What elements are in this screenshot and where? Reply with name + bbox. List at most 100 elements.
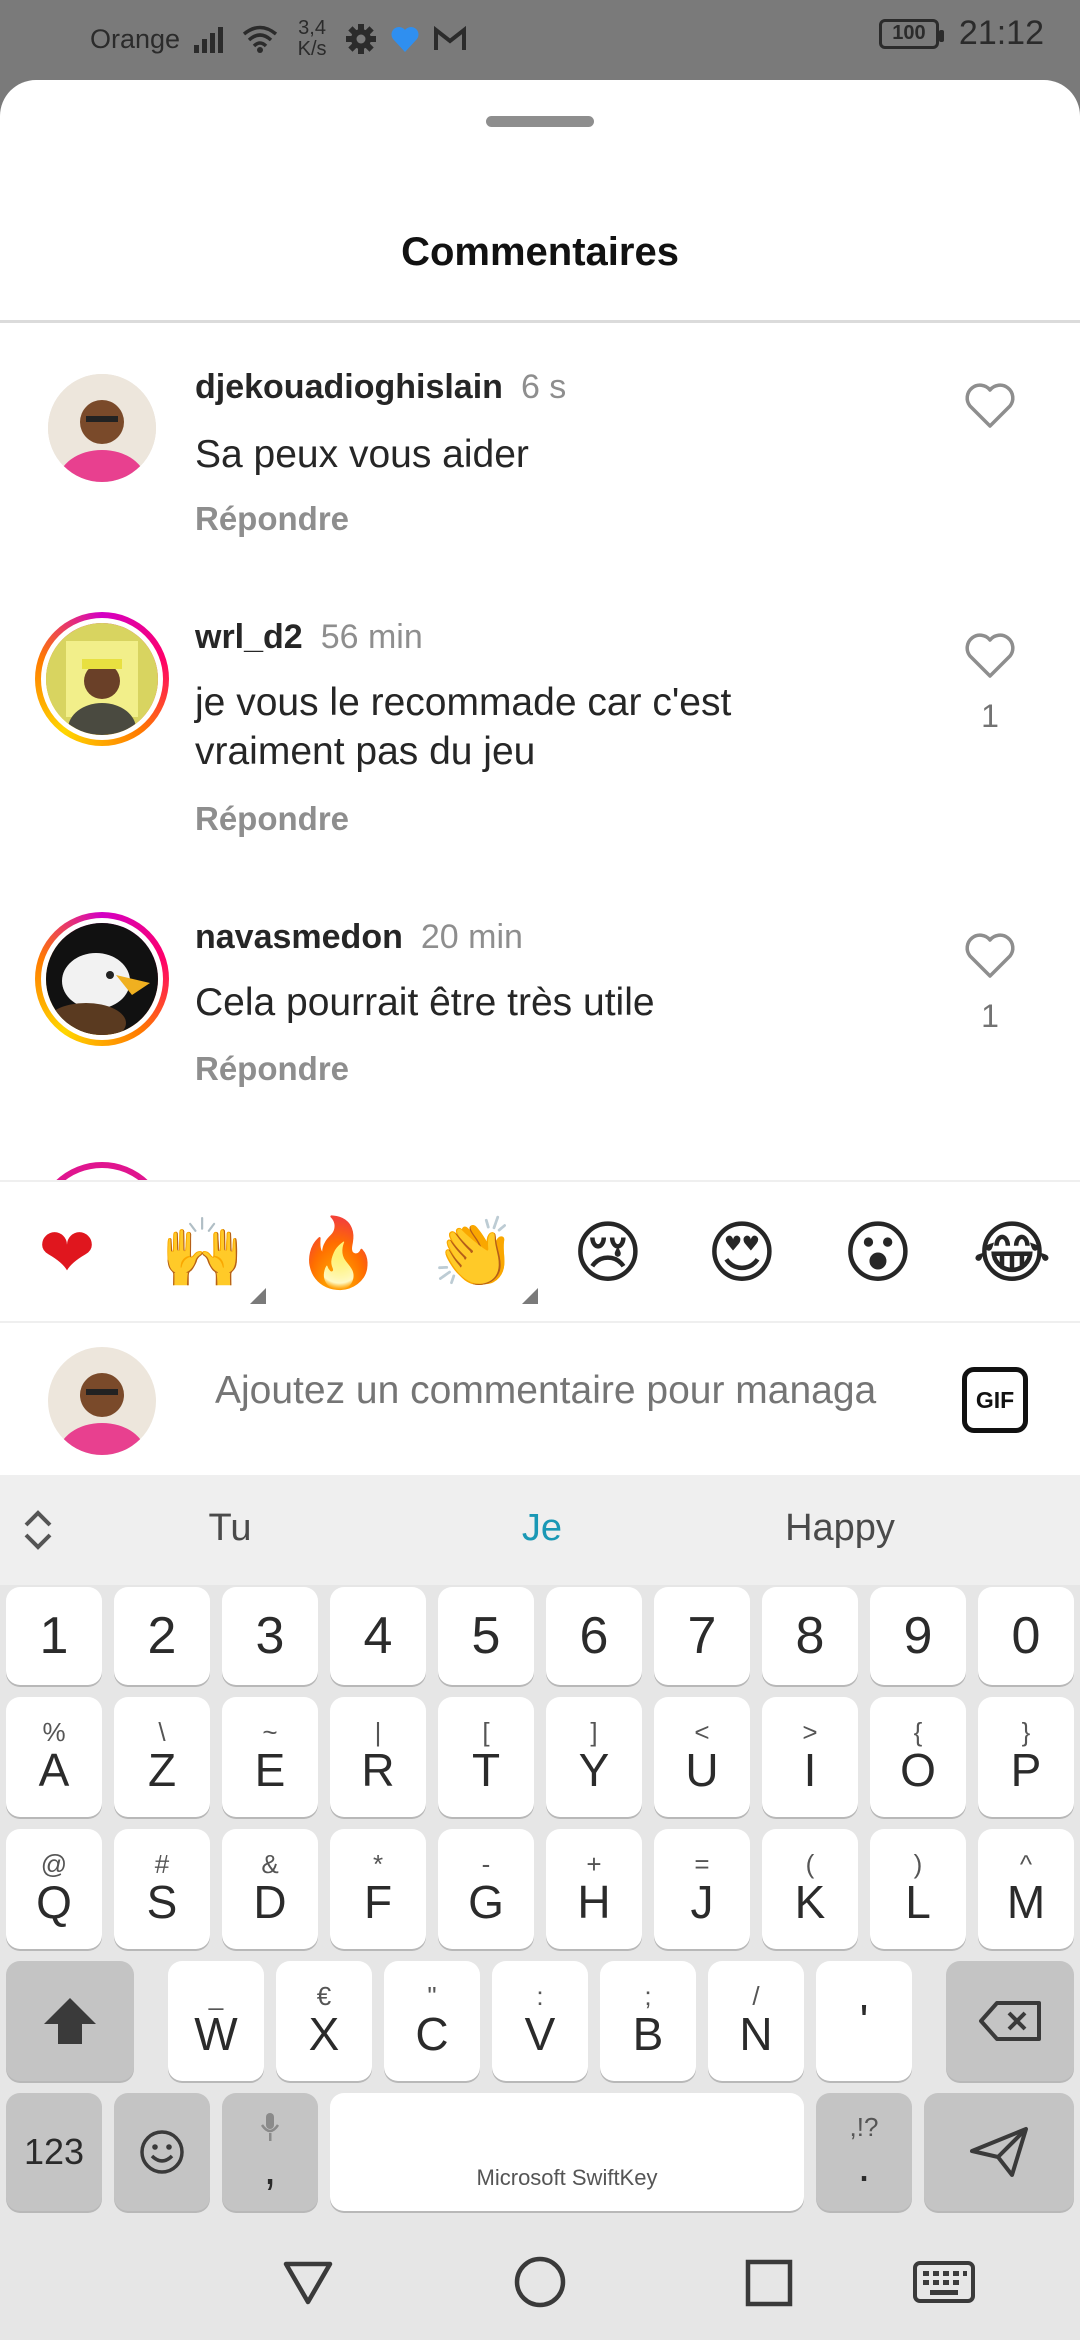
gmail-icon (434, 26, 467, 50)
key-y[interactable]: ] Y (546, 1697, 642, 1817)
key-c[interactable]: " C (384, 1961, 480, 2081)
emoji-clapping-hands[interactable]: 👏 (432, 1212, 538, 1304)
avatar-story-ring[interactable] (35, 612, 169, 746)
comment-text: je vous le recommade car c'est vraiment … (195, 681, 732, 773)
key-a[interactable]: % A (6, 1697, 102, 1817)
key-5[interactable]: 5 (438, 1587, 534, 1685)
key-f[interactable]: * F (330, 1829, 426, 1949)
emoji-fire[interactable]: 🔥 (296, 1212, 381, 1296)
key-9[interactable]: 9 (870, 1587, 966, 1685)
keyboard-hide-icon[interactable] (912, 2260, 976, 2306)
battery-level: 100 (892, 22, 926, 44)
like-heart-icon[interactable] (964, 632, 1016, 680)
speed-value: 3,4 (298, 17, 326, 39)
comment-input-bar: GIF (0, 1325, 1080, 1475)
comma-mic-key[interactable]: , (222, 2093, 318, 2211)
microphone-icon (260, 2113, 280, 2141)
emoji-heart-eyes[interactable]: 😍 (700, 1212, 784, 1296)
key-w[interactable]: _ W (168, 1961, 264, 2081)
backspace-key[interactable] (946, 1961, 1074, 2081)
key-z[interactable]: \ Z (114, 1697, 210, 1817)
key-o[interactable]: {O (870, 1697, 966, 1817)
emoji-key[interactable] (114, 2093, 210, 2211)
comment-input[interactable] (215, 1369, 915, 1413)
like-heart-icon[interactable] (964, 382, 1016, 430)
username[interactable]: navasmedon (195, 918, 403, 956)
send-paper-plane-icon (970, 2127, 1028, 2177)
key-6[interactable]: 6 (546, 1587, 642, 1685)
system-navigation-bar (0, 2230, 1080, 2340)
symbols-key[interactable]: 123 (6, 2093, 102, 2211)
key-t[interactable]: [T (438, 1697, 534, 1817)
key-h[interactable]: + H (546, 1829, 642, 1949)
key-m[interactable]: ^ M (978, 1829, 1074, 1949)
username[interactable]: wrl_d2 (195, 618, 303, 656)
key-j[interactable]: = J (654, 1829, 750, 1949)
suggestion-right[interactable]: Happy (730, 1507, 950, 1550)
shift-arrow-icon (44, 1998, 96, 2044)
reply-button[interactable]: Répondre (195, 500, 349, 538)
blue-heart-icon (391, 27, 419, 52)
drag-handle[interactable] (486, 116, 594, 127)
emoji-tears-of-joy[interactable]: 😂 (970, 1212, 1054, 1296)
key-b[interactable]: ; B (600, 1961, 696, 2081)
speed-unit: K/s (297, 38, 327, 60)
reply-button[interactable]: Répondre (195, 800, 349, 838)
key-4[interactable]: 4 (330, 1587, 426, 1685)
avatar-story-ring[interactable] (35, 912, 169, 1046)
shift-key[interactable] (6, 1961, 134, 2081)
gif-button[interactable]: GIF (962, 1367, 1028, 1433)
emoji-raising-hands[interactable]: 🙌 (160, 1212, 266, 1304)
key-0[interactable]: 0 (978, 1587, 1074, 1685)
period-key[interactable]: ,!?. (816, 2093, 912, 2211)
avatar[interactable] (48, 374, 156, 482)
key-s[interactable]: # S (114, 1829, 210, 1949)
sheet-title: Commentaires (401, 230, 679, 274)
suggestion-strip: Tu Je Happy (0, 1475, 1080, 1585)
space-bar[interactable]: Microsoft SwiftKey (330, 2093, 804, 2211)
key-x[interactable]: € X (276, 1961, 372, 2081)
space-bar-label: Microsoft SwiftKey (476, 2165, 658, 2190)
key-i[interactable]: > I (762, 1697, 858, 1817)
like-heart-icon[interactable] (964, 932, 1016, 980)
signal-icon (194, 27, 224, 53)
key-g[interactable]: -G (438, 1829, 534, 1949)
battery-icon: 100 (878, 18, 944, 49)
key-apostrophe[interactable]: ' (816, 1961, 912, 2081)
key-k[interactable]: (K (762, 1829, 858, 1949)
suggestion-center[interactable]: Je (432, 1507, 652, 1550)
comment-username[interactable]: djekouadioghislain 6 s (195, 368, 566, 407)
comment-username[interactable]: wrl_d2 56 min (195, 618, 423, 657)
username[interactable]: djekouadioghislain (195, 368, 503, 406)
send-key[interactable] (924, 2093, 1074, 2211)
key-n[interactable]: / N (708, 1961, 804, 2081)
key-d[interactable]: & D (222, 1829, 318, 1949)
comment-time: 56 min (320, 618, 423, 656)
key-7[interactable]: 7 (654, 1587, 750, 1685)
key-r[interactable]: | R (330, 1697, 426, 1817)
recents-square-icon[interactable] (744, 2258, 794, 2308)
key-l[interactable]: ) L (870, 1829, 966, 1949)
wifi-icon (242, 25, 278, 53)
key-e[interactable]: ~ E (222, 1697, 318, 1817)
key-v[interactable]: :V (492, 1961, 588, 2081)
home-circle-icon[interactable] (512, 2254, 568, 2310)
settings-gear-icon (346, 24, 377, 54)
emoji-red-heart[interactable]: ❤ (25, 1212, 109, 1296)
expand-toolbar-icon[interactable] (20, 1505, 56, 1555)
reply-button[interactable]: Répondre (195, 1050, 349, 1088)
key-1[interactable]: 1 (6, 1587, 102, 1685)
key-3[interactable]: 3 (222, 1587, 318, 1685)
key-q[interactable]: @ Q (6, 1829, 102, 1949)
key-2[interactable]: 2 (114, 1587, 210, 1685)
suggestion-left[interactable]: Tu (120, 1507, 340, 1550)
carrier-label: Orange (90, 23, 181, 54)
key-8[interactable]: 8 (762, 1587, 858, 1685)
comment-time: 20 min (420, 918, 523, 956)
comment-username[interactable]: navasmedon 20 min (195, 918, 523, 957)
emoji-crying-face[interactable]: 😢 (566, 1212, 650, 1296)
back-triangle-icon[interactable] (280, 2258, 336, 2308)
key-u[interactable]: < U (654, 1697, 750, 1817)
key-p[interactable]: } P (978, 1697, 1074, 1817)
emoji-surprised-face[interactable]: 😮 (836, 1212, 920, 1296)
